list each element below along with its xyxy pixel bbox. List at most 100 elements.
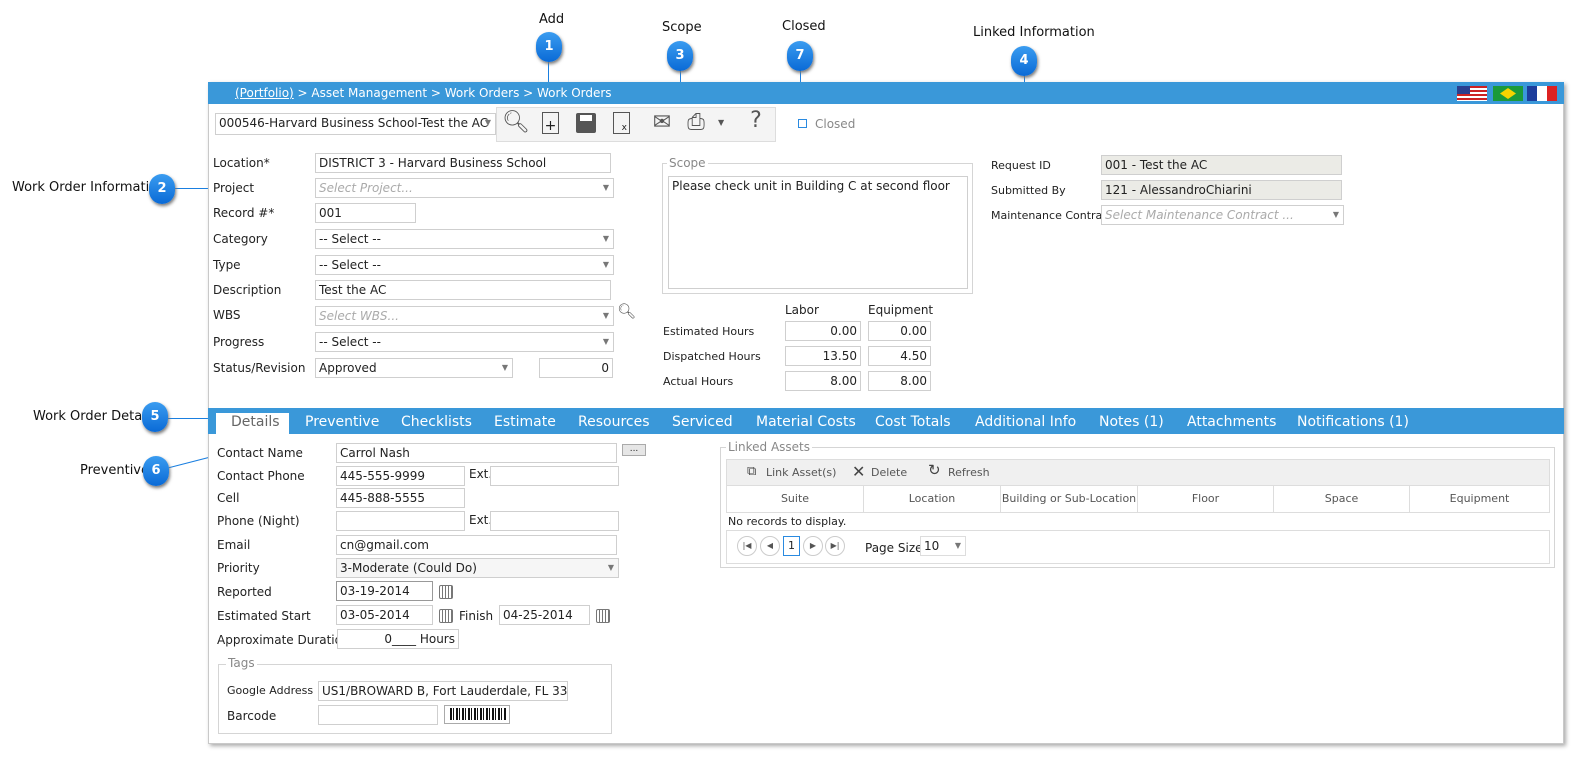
progress-label: Progress — [213, 335, 265, 349]
help-icon[interactable]: ? — [745, 108, 767, 133]
reported-input[interactable]: 03-19-2014 — [336, 581, 433, 601]
callout-badge-3: 3 — [667, 41, 693, 71]
record-label: Record #* — [213, 206, 275, 220]
tab-checklists[interactable]: Checklists — [401, 410, 472, 434]
barcode-input[interactable] — [318, 705, 438, 725]
estimated-start-input[interactable]: 03-05-2014 — [336, 605, 433, 625]
tab-attachments[interactable]: Attachments — [1187, 410, 1276, 434]
progress-select[interactable]: -- Select -- — [315, 332, 614, 352]
scope-textarea[interactable]: Please check unit in Building C at secon… — [668, 176, 968, 289]
contact-lookup-button[interactable]: ... — [622, 444, 646, 456]
email-input[interactable]: cn@gmail.com — [336, 535, 617, 555]
link-assets-button[interactable]: Link Asset(s) — [766, 466, 836, 479]
refresh-icon: ↻ — [928, 461, 941, 479]
delete-button[interactable]: Delete — [871, 466, 907, 479]
estimated-equipment-input[interactable]: 0.00 — [868, 321, 931, 341]
france-flag[interactable] — [1527, 86, 1557, 101]
dispatched-equipment-input[interactable]: 4.50 — [868, 346, 931, 366]
progress-value: -- Select -- — [319, 335, 381, 349]
wbs-label: WBS — [213, 308, 241, 322]
type-select[interactable]: -- Select -- — [315, 255, 614, 275]
page-size-select[interactable]: 10 — [920, 536, 966, 556]
tab-serviced[interactable]: Serviced — [672, 410, 733, 434]
closed-checkbox[interactable] — [798, 119, 807, 128]
contact-name-input[interactable]: Carrol Nash — [336, 443, 617, 463]
column-location[interactable]: Location — [864, 486, 1001, 512]
first-page-icon[interactable]: |◀ — [737, 536, 757, 556]
print-icon[interactable]: ⎙ — [682, 110, 710, 135]
priority-select[interactable]: 3-Moderate (Could Do) — [336, 558, 619, 578]
reported-label: Reported — [217, 585, 272, 599]
contact-phone-input[interactable]: 445-555-9999 — [336, 466, 465, 486]
column-space[interactable]: Space — [1274, 486, 1410, 512]
approximate-duration-label: Approximate Duration — [217, 633, 350, 647]
revision-input[interactable]: 0 — [539, 358, 613, 378]
tab-preventive[interactable]: Preventive — [305, 410, 379, 434]
prev-page-icon[interactable]: ◀ — [760, 536, 780, 556]
email-icon[interactable]: ✉ — [648, 110, 676, 135]
brazil-flag[interactable] — [1493, 86, 1523, 101]
google-address-input[interactable]: US1/BROWARD B, Fort Lauderdale, FL 33301… — [318, 681, 568, 701]
estimated-labor-input[interactable]: 0.00 — [785, 321, 861, 341]
delete-x-icon: ✕ — [852, 462, 866, 481]
us-flag[interactable] — [1457, 86, 1487, 101]
callout-badge-5: 5 — [142, 402, 168, 432]
estimated-start-calendar-icon[interactable] — [439, 609, 453, 623]
type-value: -- Select -- — [319, 258, 381, 272]
tab-additional-info[interactable]: Additional Info — [975, 410, 1076, 434]
breadcrumb-portfolio-link[interactable]: (Portfolio) — [235, 86, 294, 100]
category-select[interactable]: -- Select -- — [315, 229, 614, 249]
dispatched-labor-input[interactable]: 13.50 — [785, 346, 861, 366]
callout-label-work-order-info: Work Order Information — [12, 180, 166, 195]
refresh-button[interactable]: Refresh — [948, 466, 990, 479]
status-value: Approved — [319, 361, 377, 375]
add-icon[interactable]: + — [542, 112, 559, 134]
tab-estimate[interactable]: Estimate — [494, 410, 556, 434]
tab-resources[interactable]: Resources — [578, 410, 650, 434]
night-ext-input[interactable] — [490, 511, 619, 531]
maintenance-contract-select[interactable]: Select Maintenance Contract ... — [1101, 205, 1344, 225]
column-equipment[interactable]: Equipment — [1410, 486, 1550, 512]
request-id-label: Request ID — [991, 159, 1051, 172]
wbs-select[interactable]: Select WBS... — [315, 306, 614, 326]
location-input[interactable]: DISTRICT 3 - Harvard Business School — [315, 153, 611, 173]
wbs-search-icon[interactable]: 🔍︎ — [617, 302, 636, 320]
ext-input[interactable] — [490, 466, 619, 486]
breadcrumb: (Portfolio) > Asset Management > Work Or… — [208, 82, 1564, 104]
tab-notes[interactable]: Notes (1) — [1099, 410, 1164, 434]
description-input[interactable]: Test the AC — [315, 280, 611, 300]
record-select[interactable]: 000546-Harvard Business School-Test the … — [215, 113, 496, 135]
finish-input[interactable]: 04-25-2014 — [499, 605, 590, 625]
submitted-by-label: Submitted By — [991, 184, 1066, 197]
phone-night-input[interactable] — [336, 511, 465, 531]
google-address-label: Google Address — [227, 684, 314, 697]
actual-equipment-input[interactable]: 8.00 — [868, 371, 931, 391]
callout-badge-7: 7 — [787, 41, 813, 71]
record-input[interactable]: 001 — [315, 203, 416, 223]
search-icon[interactable]: 🔍︎ — [502, 110, 530, 135]
tab-notifications[interactable]: Notifications (1) — [1297, 410, 1409, 434]
page-1-button[interactable]: 1 — [783, 536, 800, 556]
column-suite[interactable]: Suite — [726, 486, 864, 512]
print-dropdown-icon[interactable]: ▼ — [718, 118, 724, 127]
project-select[interactable]: Select Project... — [315, 178, 614, 198]
phone-night-label: Phone (Night) — [217, 514, 300, 528]
tab-details[interactable]: Details — [231, 410, 280, 434]
maintenance-contract-placeholder: Select Maintenance Contract ... — [1105, 208, 1294, 222]
delete-icon[interactable]: x — [613, 112, 630, 134]
last-page-icon[interactable]: ▶| — [825, 536, 845, 556]
cell-input[interactable]: 445-888-5555 — [336, 488, 465, 508]
finish-calendar-icon[interactable] — [596, 609, 610, 623]
tab-cost-totals[interactable]: Cost Totals — [875, 410, 951, 434]
equipment-header: Equipment — [868, 303, 934, 317]
save-icon[interactable] — [576, 113, 596, 133]
status-select[interactable]: Approved — [315, 358, 513, 378]
barcode-label: Barcode — [227, 709, 277, 723]
column-floor[interactable]: Floor — [1138, 486, 1274, 512]
tab-material-costs[interactable]: Material Costs — [756, 410, 856, 434]
approximate-duration-input[interactable]: 0____ Hours — [337, 629, 459, 649]
reported-calendar-icon[interactable] — [439, 585, 453, 599]
next-page-icon[interactable]: ▶ — [803, 536, 823, 556]
actual-labor-input[interactable]: 8.00 — [785, 371, 861, 391]
column-building[interactable]: Building or Sub-Location — [1001, 486, 1138, 512]
